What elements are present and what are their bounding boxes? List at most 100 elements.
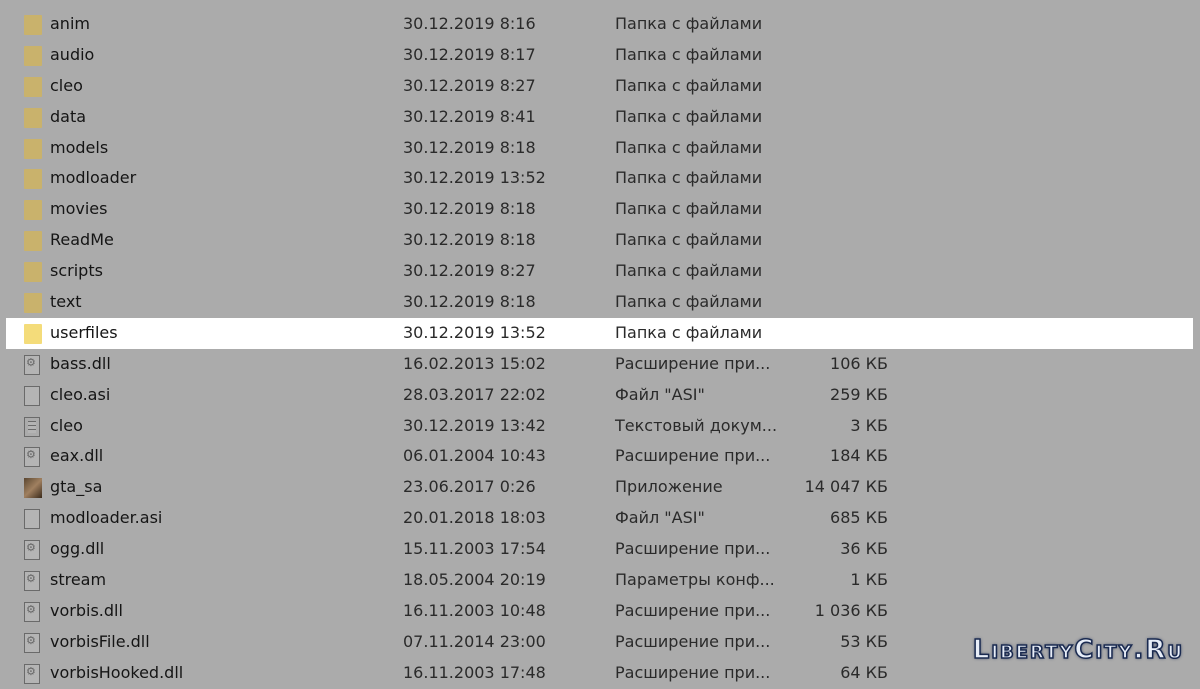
file-name: ReadMe <box>50 230 114 250</box>
file-date: 30.12.2019 8:18 <box>403 199 536 219</box>
file-row[interactable]: eax.dll 06.01.2004 10:43 Расширение при.… <box>0 441 1200 472</box>
file-size: 3 КБ <box>850 415 888 435</box>
file-type: Папка с файлами <box>615 230 763 250</box>
file-date: 16.11.2003 17:48 <box>403 662 546 682</box>
file-type: Расширение при... <box>615 353 771 373</box>
folder-icon <box>24 138 42 159</box>
file-row[interactable]: modloader.asi 20.01.2018 18:03 Файл "ASI… <box>0 503 1200 534</box>
file-name: movies <box>50 199 108 219</box>
file-type: Папка с файлами <box>615 137 763 157</box>
file-name: models <box>50 137 109 157</box>
file-name: scripts <box>50 261 103 281</box>
app-icon <box>24 478 42 499</box>
folder-icon <box>24 231 42 252</box>
text-file-icon <box>24 416 40 437</box>
file-row[interactable]: cleo 30.12.2019 8:27 Папка с файлами <box>0 71 1200 102</box>
file-date: 30.12.2019 8:41 <box>403 106 536 126</box>
file-name: cleo <box>50 415 83 435</box>
file-date: 23.06.2017 0:26 <box>403 477 536 497</box>
file-size: 36 КБ <box>840 539 888 559</box>
file-date: 18.05.2004 20:19 <box>403 570 546 590</box>
file-type: Папка с файлами <box>615 14 763 33</box>
folder-icon <box>24 200 42 221</box>
file-date: 30.12.2019 8:18 <box>403 292 536 312</box>
file-row[interactable]: vorbis.dll 16.11.2003 10:48 Расширение п… <box>0 596 1200 627</box>
file-size: 1 036 КБ <box>814 600 888 620</box>
file-name: userfiles <box>50 322 118 342</box>
dll-icon <box>24 354 40 375</box>
file-row[interactable]: bass.dll 16.02.2013 15:02 Расширение при… <box>0 349 1200 380</box>
file-type: Папка с файлами <box>615 44 763 64</box>
file-type: Папка с файлами <box>615 168 763 188</box>
file-date: 28.03.2017 22:02 <box>403 384 546 404</box>
file-name: vorbisHooked.dll <box>50 662 184 682</box>
file-row[interactable]: models 30.12.2019 8:18 Папка с файлами <box>0 133 1200 164</box>
file-date: 15.11.2003 17:54 <box>403 539 546 559</box>
file-size: 106 КБ <box>830 353 888 373</box>
file-type: Папка с файлами <box>615 292 763 312</box>
file-type: Текстовый докум... <box>615 415 778 435</box>
file-name: ogg.dll <box>50 539 105 559</box>
file-date: 20.01.2018 18:03 <box>403 508 546 528</box>
file-row[interactable]: audio 30.12.2019 8:17 Папка с файлами <box>0 40 1200 71</box>
file-type: Папка с файлами <box>615 199 763 219</box>
file-type: Параметры конф... <box>615 570 775 590</box>
file-name: modloader <box>50 168 137 188</box>
folder-icon <box>24 262 42 283</box>
file-type: Файл "ASI" <box>615 384 705 404</box>
file-date: 30.12.2019 8:18 <box>403 137 536 157</box>
file-type: Расширение при... <box>615 600 771 620</box>
file-type: Папка с файлами <box>615 75 763 95</box>
file-row[interactable]: gta_sa 23.06.2017 0:26 Приложение 14 047… <box>0 472 1200 503</box>
file-size: 14 047 КБ <box>804 477 888 497</box>
file-type: Расширение при... <box>615 662 771 682</box>
file-date: 06.01.2004 10:43 <box>403 446 546 466</box>
file-size: 64 КБ <box>840 662 888 682</box>
file-name: cleo.asi <box>50 384 111 404</box>
watermark-logo: LibertyCity.Ru <box>972 634 1184 666</box>
file-type: Файл "ASI" <box>615 508 705 528</box>
folder-icon <box>24 15 42 35</box>
dll-icon <box>24 447 40 468</box>
file-name: eax.dll <box>50 446 104 466</box>
dll-icon <box>24 632 40 653</box>
folder-icon <box>24 107 42 128</box>
file-name: text <box>50 292 82 312</box>
file-size: 184 КБ <box>830 446 888 466</box>
file-row[interactable]: scripts 30.12.2019 8:27 Папка с файлами <box>0 256 1200 287</box>
file-size: 1 КБ <box>850 570 888 590</box>
file-name: data <box>50 106 87 126</box>
folder-icon <box>24 76 42 97</box>
file-name: modloader.asi <box>50 508 163 528</box>
file-row[interactable]: modloader 30.12.2019 13:52 Папка с файла… <box>0 163 1200 194</box>
file-date: 30.12.2019 8:16 <box>403 14 536 33</box>
file-row[interactable]: stream 18.05.2004 20:19 Параметры конф..… <box>0 565 1200 596</box>
file-row[interactable]: ReadMe 30.12.2019 8:18 Папка с файлами <box>0 225 1200 256</box>
file-size: 259 КБ <box>830 384 888 404</box>
file-name: bass.dll <box>50 353 111 373</box>
file-name: stream <box>50 570 107 590</box>
file-date: 16.02.2013 15:02 <box>403 353 546 373</box>
folder-icon <box>24 323 42 344</box>
file-row[interactable]: data 30.12.2019 8:41 Папка с файлами <box>0 102 1200 133</box>
file-name: cleo <box>50 75 83 95</box>
file-date: 30.12.2019 8:27 <box>403 75 536 95</box>
file-row[interactable]: cleo 30.12.2019 13:42 Текстовый докум...… <box>0 411 1200 442</box>
file-row[interactable]: anim 30.12.2019 8:16 Папка с файлами <box>0 9 1200 40</box>
file-row[interactable]: cleo.asi 28.03.2017 22:02 Файл "ASI" 259… <box>0 380 1200 411</box>
file-date: 30.12.2019 8:18 <box>403 230 536 250</box>
file-row[interactable]: movies 30.12.2019 8:18 Папка с файлами <box>0 194 1200 225</box>
file-row[interactable]: text 30.12.2019 8:18 Папка с файлами <box>0 287 1200 318</box>
folder-icon <box>24 293 42 314</box>
file-row[interactable]: ogg.dll 15.11.2003 17:54 Расширение при.… <box>0 534 1200 565</box>
file-date: 30.12.2019 13:52 <box>403 322 546 342</box>
file-row[interactable]: userfiles 30.12.2019 13:52 Папка с файла… <box>6 317 1193 349</box>
file-date: 30.12.2019 8:27 <box>403 261 536 281</box>
config-file-icon <box>24 571 40 592</box>
file-size: 685 КБ <box>830 508 888 528</box>
file-name: gta_sa <box>50 477 103 497</box>
file-name: vorbisFile.dll <box>50 631 150 651</box>
file-name: audio <box>50 44 95 64</box>
file-type: Приложение <box>615 477 723 497</box>
file-icon <box>24 509 40 530</box>
